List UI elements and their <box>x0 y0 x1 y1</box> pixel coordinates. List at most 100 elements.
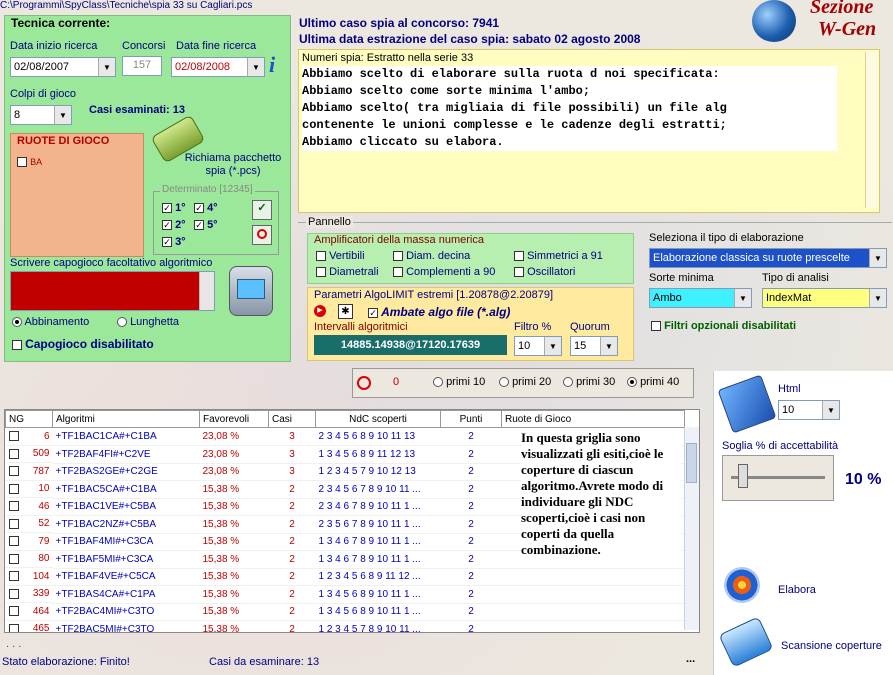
row-checkbox[interactable] <box>8 466 19 477</box>
det-4[interactable]: ✓ 4° <box>194 202 218 214</box>
data-fine-picker[interactable]: 02/08/2008 ▼ <box>171 57 265 77</box>
row-checkbox[interactable] <box>8 588 19 599</box>
primi-40[interactable]: primi 40 <box>627 376 679 388</box>
table-row[interactable]: 465 +TF2BAC5MI#+C3TO 15,38 % 2 1 2 3 4 5 7 8… <box>6 620 685 632</box>
data-inizio-picker[interactable]: 02/08/2007 ▼ <box>10 57 116 77</box>
chevron-down-icon[interactable]: ▼ <box>98 58 115 76</box>
chevron-down-icon[interactable]: ▼ <box>734 289 751 307</box>
table-row[interactable]: 339 +TF1BAS4CA#+C1PA 15,38 % 2 1 3 4 5 6 8 9… <box>5 585 685 604</box>
table-row[interactable]: 464 +TF2BAC4MI#+C3TO 15,38 % 2 1 3 4 5 6 8 9… <box>5 603 685 621</box>
det-3[interactable]: ✓ 3° <box>162 236 186 248</box>
table-row[interactable]: 104 +TF1BAF4VE#+C5CA 15,38 % 2 1 2 3 4 5 6 8… <box>5 568 685 586</box>
radio-abbinamento[interactable]: Abbinamento <box>12 316 89 328</box>
ambate-checkbox-wrap[interactable]: ✓ Ambate algo file (*.alg) <box>368 305 510 319</box>
ampl-diametrali[interactable]: Diametrali <box>316 266 379 278</box>
col-ng[interactable]: NG <box>5 410 53 428</box>
row-checkbox[interactable] <box>8 623 19 632</box>
check-all-button[interactable]: ✓ <box>252 200 272 220</box>
row-checkbox[interactable] <box>8 536 19 547</box>
ultimo-caso: Ultimo caso spia al concorso: 7941 <box>299 16 500 30</box>
table-cell: +TF2BAC5MI#+C3TO <box>52 620 200 632</box>
ruote-box: RUOTE DI GIOCO BA <box>10 133 144 257</box>
row-checkbox[interactable] <box>8 431 19 442</box>
grid-scrollbar[interactable] <box>684 427 699 630</box>
row-checkbox[interactable] <box>8 501 19 512</box>
table-cell: +TF1BAC5CA#+C1BA <box>52 480 200 499</box>
det-5[interactable]: ✓ 5° <box>194 219 218 231</box>
chevron-down-icon[interactable]: ▼ <box>54 106 71 124</box>
chevron-down-icon[interactable]: ▼ <box>869 249 886 267</box>
filtri-checkbox-wrap[interactable]: Filtri opzionali disabilitati <box>651 320 796 332</box>
ampl-diam-decina[interactable]: Diam. decina <box>393 250 470 262</box>
capogioco-disabled-checkbox[interactable] <box>12 340 22 351</box>
quorum-select[interactable]: 15 ▼ <box>570 336 618 356</box>
target-icon[interactable] <box>724 567 760 603</box>
filtri-checkbox[interactable] <box>651 321 661 332</box>
col-punti[interactable]: Punti <box>440 410 502 428</box>
ampl-oscillatori[interactable]: Oscillatori <box>514 266 575 278</box>
table-cell: 79 <box>5 533 53 551</box>
radio-lunghetta-dot[interactable] <box>117 317 127 328</box>
intervalli-field[interactable]: 14885.14938@17120.17639 <box>314 335 507 355</box>
analisi-select[interactable]: IndexMat ▼ <box>762 288 887 308</box>
col-favorevoli[interactable]: Favorevoli <box>199 410 269 428</box>
chevron-down-icon[interactable]: ▼ <box>247 58 264 76</box>
scroll-thumb[interactable] <box>686 443 697 483</box>
notes-scrollbar[interactable] <box>865 52 878 208</box>
tipo-select[interactable]: Elaborazione classica su ruote prescelte… <box>649 248 887 268</box>
sorte-select[interactable]: Ambo ▼ <box>649 288 752 308</box>
row-checkbox[interactable] <box>8 606 19 617</box>
chevron-down-icon[interactable]: ▼ <box>544 337 561 355</box>
capogioco-disabled[interactable]: Capogioco disabilitato <box>12 337 154 351</box>
primi-30[interactable]: primi 30 <box>563 376 615 388</box>
cell-text: 2 <box>468 553 474 565</box>
eraser-icon[interactable] <box>718 616 774 668</box>
scrollbar[interactable] <box>199 272 214 310</box>
col-algoritmi[interactable]: Algoritmi <box>52 410 200 428</box>
primi-10[interactable]: primi 10 <box>433 376 485 388</box>
table-cell: 2 <box>268 480 316 499</box>
play-icon[interactable]: ▶ <box>314 305 326 317</box>
richiama-button[interactable]: Richiama pacchetto spia (*.pcs) <box>183 152 283 178</box>
capogioco-textarea[interactable] <box>10 271 215 311</box>
row-checkbox[interactable] <box>8 518 19 529</box>
html-select[interactable]: 10 ▼ <box>778 400 840 420</box>
row-checkbox[interactable] <box>8 448 19 459</box>
primi-20[interactable]: primi 20 <box>499 376 551 388</box>
row-checkbox[interactable] <box>8 483 19 494</box>
row-checkbox[interactable] <box>8 553 19 564</box>
slider-thumb[interactable] <box>738 464 748 488</box>
radio-lunghetta[interactable]: Lunghetta <box>117 316 179 328</box>
col-casi[interactable]: Casi <box>268 410 316 428</box>
notes-area[interactable]: Numeri spia: Estratto nella serie 33 Abb… <box>298 49 880 213</box>
brand-line2: W-Gen <box>818 18 877 40</box>
row-checkbox[interactable] <box>8 571 19 582</box>
results-grid[interactable]: NG Algoritmi Favorevoli Casi NdC scopert… <box>4 409 700 633</box>
chevron-down-icon[interactable]: ▼ <box>869 289 886 307</box>
ruota-ba-checkbox[interactable] <box>17 157 27 168</box>
elabora-button[interactable]: Elabora <box>778 584 816 596</box>
ampl-complementi[interactable]: Complementi a 90 <box>393 266 495 278</box>
chevron-down-icon[interactable]: ▼ <box>600 337 617 355</box>
col-ndc[interactable]: NdC scoperti <box>315 410 441 428</box>
concorsi-field[interactable]: 157 <box>122 56 162 76</box>
col-ruote[interactable]: Ruote di Gioco <box>501 410 685 428</box>
colpi-select[interactable]: 8 ▼ <box>10 105 72 125</box>
filtro-select[interactable]: 10 ▼ <box>514 336 562 356</box>
radio-abbinamento-dot[interactable] <box>12 317 22 328</box>
parametri-title: Parametri AlgoLIMIT estremi [1.20878@2.2… <box>314 289 554 301</box>
phone-icon[interactable] <box>229 266 273 316</box>
info-icon[interactable]: i <box>269 52 275 78</box>
gear-icon[interactable]: ✱ <box>338 304 353 319</box>
ampl-vertibili[interactable]: Vertibili <box>316 250 365 262</box>
ampl-simmetrici[interactable]: Simmetrici a 91 <box>514 250 603 262</box>
det-2[interactable]: ✓ 2° <box>162 219 186 231</box>
ambate-checkbox[interactable]: ✓ <box>368 308 378 319</box>
soglia-slider[interactable] <box>722 455 834 501</box>
scansione-button[interactable]: Scansione coperture <box>781 640 882 652</box>
chevron-down-icon[interactable]: ▼ <box>822 401 839 419</box>
det-1[interactable]: ✓ 1° <box>162 202 186 214</box>
ruota-ba[interactable]: BA <box>17 156 42 168</box>
forbidden-icon[interactable] <box>357 376 371 390</box>
uncheck-all-button[interactable] <box>252 225 272 245</box>
